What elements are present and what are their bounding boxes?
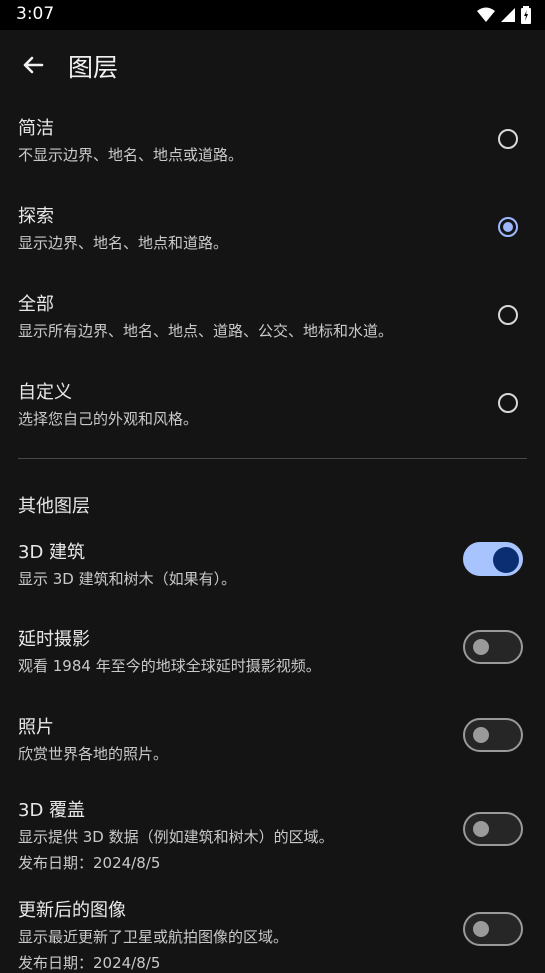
option-label: 自定义	[18, 382, 72, 403]
layer-label: 照片	[18, 717, 54, 738]
option-description: 选择您自己的外观和风格。	[18, 410, 199, 428]
toggle-knob	[473, 727, 489, 743]
status-bar: 3:07	[0, 0, 545, 30]
layer-label: 3D 建筑	[18, 542, 86, 563]
layer-label: 更新后的图像	[18, 900, 126, 921]
option-description: 显示边界、地名、地点和道路。	[18, 234, 229, 252]
option-label: 全部	[18, 294, 54, 315]
layer-toggle[interactable]	[463, 912, 523, 946]
battery-icon	[521, 6, 531, 24]
layer-description: 显示 3D 建筑和树木（如果有）。	[18, 570, 237, 588]
option-label: 探索	[18, 206, 54, 227]
option-description: 不显示边界、地名、地点或道路。	[18, 146, 244, 164]
app-bar: 图层	[0, 30, 545, 100]
option-description: 显示所有边界、地名、地点、道路、公交、地标和水道。	[18, 322, 394, 340]
layer-label: 延时摄影	[18, 629, 90, 650]
layer-toggle[interactable]	[463, 542, 523, 576]
layer-release-date: 发布日期：2024/8/5	[18, 854, 161, 872]
back-button[interactable]	[18, 50, 48, 80]
wifi-icon	[477, 7, 495, 22]
toggle-knob	[493, 547, 519, 573]
map-type-option[interactable]: 自定义选择您自己的外观和风格。	[0, 364, 545, 452]
back-arrow-icon	[23, 56, 44, 74]
layer-release-date: 发布日期：2024/8/5	[18, 954, 161, 972]
layer-toggle[interactable]	[463, 630, 523, 664]
radio-button[interactable]	[498, 393, 518, 413]
toggle-knob	[473, 821, 489, 837]
map-type-option[interactable]: 简洁不显示边界、地名、地点或道路。	[0, 100, 545, 188]
toggle-knob	[473, 639, 489, 655]
radio-button[interactable]	[498, 217, 518, 237]
radio-button[interactable]	[498, 305, 518, 325]
layer-toggle[interactable]	[463, 812, 523, 846]
radio-button[interactable]	[498, 129, 518, 149]
layer-description: 显示提供 3D 数据（例如建筑和树木）的区域。	[18, 828, 334, 846]
layer-toggle[interactable]	[463, 718, 523, 752]
map-type-option[interactable]: 探索显示边界、地名、地点和道路。	[0, 188, 545, 276]
layer-label: 3D 覆盖	[18, 800, 86, 821]
layer-description: 观看 1984 年至今的地球全球延时摄影视频。	[18, 657, 321, 675]
layer-description: 显示最近更新了卫星或航拍图像的区域。	[18, 928, 289, 946]
divider	[18, 458, 527, 459]
map-type-option[interactable]: 全部显示所有边界、地名、地点、道路、公交、地标和水道。	[0, 276, 545, 364]
status-time: 3:07	[16, 4, 55, 24]
page-title: 图层	[68, 53, 119, 82]
section-title: 其他图层	[18, 496, 90, 517]
toggle-knob	[473, 921, 489, 937]
option-label: 简洁	[18, 118, 54, 139]
layer-description: 欣赏世界各地的照片。	[18, 745, 169, 763]
status-icons	[477, 6, 531, 24]
signal-icon	[501, 8, 515, 22]
